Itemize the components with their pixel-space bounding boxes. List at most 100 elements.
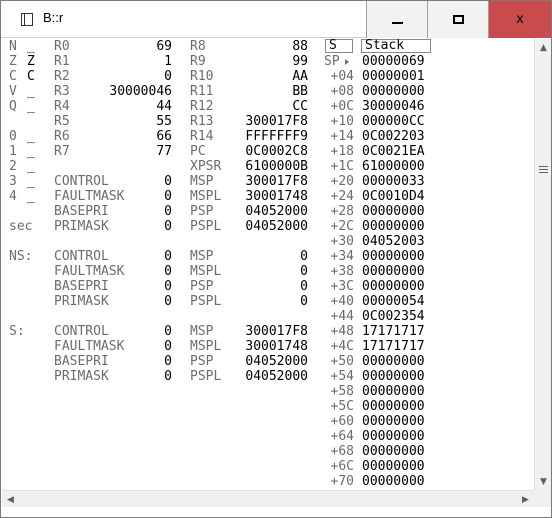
register-value: 04052000 (245, 354, 308, 369)
stack-value: 00000000 (362, 369, 425, 384)
register-view[interactable]: N _ Z Z C C V _ Q _ 0 _ 1 _ 2 _ 3 _ 4 _ sec R0 69 R1 1 R2 0 R3 30000… (2, 39, 534, 490)
register-value: 04052000 (245, 204, 308, 219)
stack-value: 00000000 (362, 399, 425, 414)
register-name: R3 (54, 84, 70, 99)
flag-name: 3 (9, 174, 17, 189)
stack-value: 00000001 (362, 69, 425, 84)
flag-value: _ (27, 129, 35, 144)
register-value: 300017F8 (245, 324, 308, 339)
register-value: 0 (164, 264, 172, 279)
stack-value: 61000000 (362, 159, 425, 174)
register-name: PSPL (190, 294, 222, 309)
stack-value: 00000054 (362, 294, 425, 309)
stack-value: 0C002354 (362, 309, 425, 324)
scrollbar-corner (534, 490, 551, 507)
stack-offset: +18 (330, 144, 354, 159)
stack-value: 00000000 (362, 444, 425, 459)
register-value: 30001748 (245, 189, 308, 204)
register-value: CC (292, 99, 308, 114)
stack-value: 04052003 (362, 234, 425, 249)
flag-value: _ (27, 174, 35, 189)
register-name: R0 (54, 39, 70, 54)
register-value: 0 (164, 219, 172, 234)
register-value: FFFFFFF9 (245, 129, 308, 144)
stack-value: 17171717 (362, 324, 425, 339)
register-value: 04052000 (245, 219, 308, 234)
stack-value: 00000033 (362, 174, 425, 189)
register-value: 69 (156, 39, 172, 54)
register-value: AA (292, 69, 308, 84)
stack-offset: +6C (330, 459, 354, 474)
register-value: 0 (164, 69, 172, 84)
stack-offset: +64 (330, 429, 354, 444)
stack-value: 00000000 (362, 384, 425, 399)
flag-value: C (27, 69, 35, 84)
stack-value: 00000000 (362, 249, 425, 264)
stack-value: 30000046 (362, 99, 425, 114)
register-name: R8 (190, 39, 206, 54)
stack-offset: +54 (330, 369, 354, 384)
flag-value: _ (27, 99, 35, 114)
stack-offset: +40 (330, 294, 354, 309)
scroll-down-icon[interactable]: ▼ (535, 473, 552, 490)
stack-value: 00000000 (362, 354, 425, 369)
stack-value: 00000000 (362, 264, 425, 279)
vertical-scrollbar[interactable]: ▲ ▼ (534, 39, 551, 490)
register-value: 300017F8 (245, 114, 308, 129)
register-value: 0 (164, 369, 172, 384)
register-value: 88 (292, 39, 308, 54)
minimize-icon (391, 21, 403, 24)
register-name: PSPL (190, 219, 222, 234)
register-value: 77 (156, 144, 172, 159)
register-value: 55 (156, 114, 172, 129)
register-name: R1 (54, 54, 70, 69)
stack-offset: +24 (330, 189, 354, 204)
stack-s-column-header[interactable]: S (325, 39, 353, 53)
register-value: 0C0002C8 (245, 144, 308, 159)
stack-value: 00000000 (362, 459, 425, 474)
scroll-right-icon[interactable]: ▶ (517, 491, 534, 508)
register-value: 0 (164, 189, 172, 204)
register-value: 0 (164, 279, 172, 294)
title-bar[interactable]: B::r x (1, 1, 551, 38)
stack-offset: +38 (330, 264, 354, 279)
horizontal-scrollbar[interactable]: ◀ ▶ (2, 490, 534, 507)
close-button[interactable]: x (488, 1, 551, 38)
register-value: 44 (156, 99, 172, 114)
window-icon[interactable] (21, 13, 33, 26)
register-value: 30001748 (245, 339, 308, 354)
flag-name: N (9, 39, 17, 54)
stack-value: 0C002203 (362, 129, 425, 144)
register-name: R12 (190, 99, 214, 114)
stack-offset: +30 (330, 234, 354, 249)
stack-value: 00000000 (362, 414, 425, 429)
sp-pointer-icon (345, 59, 349, 65)
flag-name: 1 (9, 144, 17, 159)
window-title: B::r (43, 10, 64, 25)
stack-offset: +70 (330, 474, 354, 489)
maximize-button[interactable] (427, 1, 488, 38)
register-name: XPSR (190, 159, 222, 174)
register-name: R9 (190, 54, 206, 69)
stack-column-header[interactable]: Stack (361, 39, 431, 53)
stack-offset: +58 (330, 384, 354, 399)
register-value: 0 (300, 249, 308, 264)
flag-name: Z (9, 54, 17, 69)
stack-offset: +50 (330, 354, 354, 369)
flag-value: _ (27, 39, 35, 54)
stack-value: 00000000 (362, 279, 425, 294)
minimize-button[interactable] (366, 1, 427, 38)
vertical-scroll-thumb[interactable] (535, 56, 552, 473)
stack-value: 17171717 (362, 339, 425, 354)
stack-value: 00000000 (362, 474, 425, 489)
flag-value: Z (27, 54, 35, 69)
flag-name: 0 (9, 129, 17, 144)
stack-offset: +4C (330, 339, 354, 354)
register-window: B::r x N _ Z Z C C V _ Q _ 0 _ 1 _ 2 _ 3 _ 4 _ sec R0 69 R1 1 R2 0… (0, 0, 552, 518)
scroll-left-icon[interactable]: ◀ (2, 491, 19, 508)
flag-value: _ (27, 144, 35, 159)
register-value: 30000046 (109, 84, 172, 99)
register-name: MSP (190, 249, 214, 264)
scroll-up-icon[interactable]: ▲ (535, 39, 552, 56)
register-value: 0 (300, 264, 308, 279)
